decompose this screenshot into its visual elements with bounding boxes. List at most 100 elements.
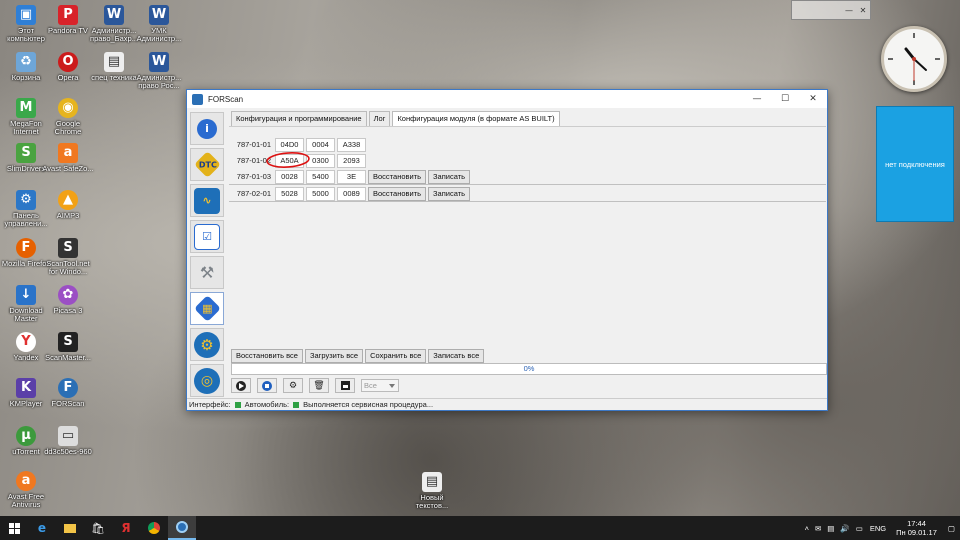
- clock-face-icon: [888, 33, 940, 85]
- vehicle-status-indicator: [293, 401, 300, 408]
- restore-all-button[interactable]: Восстановить все: [231, 349, 303, 363]
- firefox-icon: F: [16, 238, 36, 258]
- minimized-window[interactable]: — ✕: [791, 0, 871, 20]
- tab-config-programming[interactable]: Конфигурация и программирование: [231, 111, 367, 126]
- restore-button[interactable]: Восстановить: [368, 186, 427, 201]
- tray-app-icon[interactable]: ✉: [812, 524, 824, 533]
- value-cell[interactable]: 0089: [337, 186, 366, 201]
- recycle-bin-icon: ♻: [16, 52, 36, 72]
- write-button[interactable]: Записать: [428, 186, 471, 201]
- stop-button[interactable]: [257, 378, 277, 393]
- desktop-icon-pandora-tv[interactable]: P Pandora TV: [42, 5, 94, 35]
- close-button[interactable]: ✕: [799, 94, 827, 104]
- value-cell[interactable]: 0004: [306, 137, 335, 152]
- sidebar-item-checklist[interactable]: ☑: [190, 220, 224, 253]
- taskbar-yandex[interactable]: Я: [112, 516, 140, 540]
- scantool-icon: S: [58, 238, 78, 258]
- delete-button[interactable]: 🗑: [309, 378, 329, 393]
- desktop-icon-picasa[interactable]: ✿ Picasa 3: [42, 285, 94, 315]
- desktop-icon-avast[interactable]: a Avast Free Antivirus: [0, 471, 52, 509]
- start-button[interactable]: [0, 516, 28, 540]
- close-icon[interactable]: ✕: [856, 6, 870, 15]
- taskbar: e 🛍 Я ˄ ✉ ▤ 🔊 ▭ ENG 17:44 Пн 09.01.17 ▢: [0, 516, 960, 540]
- value-cell[interactable]: A338: [337, 137, 366, 152]
- sidebar-item-oscilloscope[interactable]: ∿: [190, 184, 224, 217]
- title-bar[interactable]: FORScan — ☐ ✕: [187, 90, 827, 108]
- text-document-icon: ▤: [422, 472, 442, 492]
- text-document-icon: ▤: [104, 52, 124, 72]
- taskbar-explorer[interactable]: [56, 516, 84, 540]
- desktop-icon-forscan[interactable]: F FORScan: [42, 378, 94, 408]
- row-address: 787-02-01: [236, 189, 271, 198]
- desktop-icon-doc-2[interactable]: W УМК Администр...: [133, 5, 185, 43]
- steering-wheel-icon: ◎: [194, 367, 220, 394]
- taskbar-chrome[interactable]: [140, 516, 168, 540]
- desktop-icon-aimp3[interactable]: ▲ AIMP3: [42, 190, 94, 220]
- load-all-button[interactable]: Загрузить все: [304, 349, 364, 363]
- sidebar-item-settings[interactable]: ⚙: [190, 328, 224, 361]
- desktop-icon-doc-3[interactable]: W Администр... право Рос...: [133, 52, 185, 90]
- toolbar: ⚙ 🗑 Все: [231, 378, 399, 393]
- minimize-icon[interactable]: —: [842, 6, 856, 15]
- trash-icon: 🗑: [313, 380, 325, 391]
- desktop-icon-image-file[interactable]: ▭ dd3c50es-960: [42, 426, 94, 456]
- save-button[interactable]: [335, 378, 355, 393]
- system-tray: ˄ ✉ ▤ 🔊 ▭ ENG 17:44 Пн 09.01.17 ▢: [802, 516, 960, 540]
- asbuilt-panel: 787-01-01 04D0 0004 A338 787-01-02 A50A …: [229, 126, 826, 356]
- desktop-icon-chrome[interactable]: ◉ Google Chrome: [42, 98, 94, 136]
- opera-icon: O: [58, 52, 78, 72]
- connect-button[interactable]: ⚙: [283, 378, 303, 393]
- image-file-icon: ▭: [58, 426, 78, 446]
- restore-button[interactable]: Восстановить: [368, 169, 427, 184]
- tab-log[interactable]: Лог: [368, 111, 391, 126]
- filter-select[interactable]: Все: [361, 379, 399, 392]
- play-icon: [236, 380, 246, 391]
- value-cell[interactable]: 5028: [275, 186, 304, 201]
- desktop-icon-opera[interactable]: O Opera: [42, 52, 94, 82]
- play-button[interactable]: [231, 378, 251, 393]
- chrome-icon: ◉: [58, 98, 78, 118]
- value-cell[interactable]: 5000: [306, 186, 335, 201]
- progress-text: 0%: [523, 364, 535, 373]
- taskbar-store[interactable]: 🛍: [84, 516, 112, 540]
- taskbar-edge[interactable]: e: [28, 516, 56, 540]
- save-all-button[interactable]: Сохранить все: [365, 349, 427, 363]
- tray-volume-icon[interactable]: 🔊: [837, 524, 852, 533]
- divider: [229, 201, 826, 202]
- tray-battery-icon[interactable]: ▭: [853, 524, 866, 533]
- maximize-button[interactable]: ☐: [771, 94, 799, 104]
- value-cell[interactable]: 5400: [306, 169, 335, 184]
- desktop-icon-avast-safezone[interactable]: a Avast SafeZo...: [42, 143, 94, 173]
- tab-module-config-asbuilt[interactable]: Конфигурация модуля (в формате AS BUILT): [392, 111, 560, 126]
- sidebar-item-info[interactable]: i: [190, 112, 224, 145]
- avast-safezone-icon: a: [58, 143, 78, 163]
- taskbar-clock[interactable]: 17:44 Пн 09.01.17: [890, 519, 943, 537]
- desktop-icon-scantool[interactable]: S ScanTool.net for Windo...: [42, 238, 94, 276]
- oscilloscope-icon: ∿: [194, 187, 220, 214]
- sidebar-item-about[interactable]: ◎: [190, 364, 224, 397]
- desktop-icon-scanmaster[interactable]: S ScanMaster...: [42, 332, 94, 362]
- value-cell[interactable]: 3E: [337, 169, 366, 184]
- notifications-icon[interactable]: ▢: [943, 524, 960, 533]
- network-gadget[interactable]: нет подключения: [876, 106, 954, 222]
- language-indicator[interactable]: ENG: [866, 524, 890, 533]
- sidebar-item-service[interactable]: ⚒: [190, 256, 224, 289]
- forscan-app-icon: [192, 93, 203, 105]
- write-button[interactable]: Записать: [428, 169, 471, 184]
- word-document-icon: W: [149, 5, 169, 25]
- sidebar-item-dtc[interactable]: DTC: [190, 148, 224, 181]
- value-cell[interactable]: 0028: [275, 169, 304, 184]
- tray-network-icon[interactable]: ▤: [824, 524, 837, 533]
- dtc-icon: DTC: [193, 151, 221, 178]
- value-cell[interactable]: 2093: [337, 153, 366, 168]
- taskbar-forscan[interactable]: [168, 516, 196, 540]
- vehicle-label: Автомобиль:: [244, 400, 290, 409]
- sidebar-item-configuration[interactable]: ▦: [190, 292, 224, 325]
- desktop-icon-new-text[interactable]: ▤ Новый текстов...: [406, 472, 458, 510]
- tray-chevron-icon[interactable]: ˄: [802, 524, 812, 533]
- write-all-button[interactable]: Записать все: [428, 349, 485, 363]
- minimize-button[interactable]: —: [743, 94, 771, 104]
- status-bar: Интерфейс: Автомобиль: Выполняется серви…: [187, 398, 827, 410]
- checklist-icon: ☑: [194, 223, 220, 250]
- value-cell[interactable]: 04D0: [275, 137, 304, 152]
